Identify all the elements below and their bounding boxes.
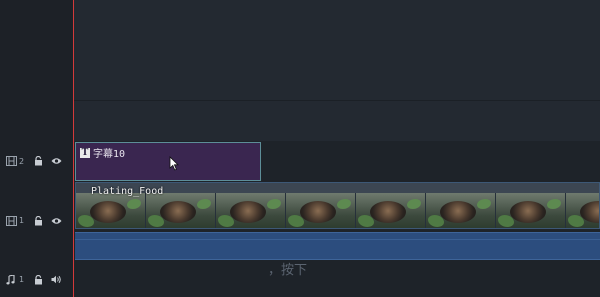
lock-icon[interactable] [34,215,43,226]
lock-icon[interactable] [34,274,43,285]
audio-track-lane [74,260,600,297]
overlay-text: ，按下 [268,263,308,278]
track-header-subtitle: 2 [0,141,74,181]
lock-icon[interactable] [34,156,43,166]
track-number: 1 [19,275,25,284]
playhead[interactable] [73,0,74,297]
video-clip[interactable]: Plating_Food [75,182,600,229]
music-note-icon [6,274,15,285]
audio-waveform [75,239,600,240]
video-thumbnail [146,193,216,228]
track-header-video: 1 [0,181,74,260]
text-icon: T [80,147,90,158]
video-thumbnail [76,193,146,228]
mouse-cursor-icon [169,156,179,171]
subtitle-clip-header: T 字幕10 [80,145,125,160]
video-clip-label: Plating_Food [91,186,164,197]
track-number: 2 [19,156,25,166]
audio-clip[interactable] [75,232,600,260]
empty-track-lane [74,0,600,101]
track-header-audio: 1 [0,262,74,297]
video-thumbnail [566,193,599,228]
video-thumbnail [426,193,496,228]
video-thumbnail [496,193,566,228]
subtitle-clip[interactable]: T 字幕10 [75,142,261,181]
subtitle-clip-title: 字幕10 [93,149,126,160]
track-number: 1 [19,216,25,225]
video-thumbnail [286,193,356,228]
eye-icon[interactable] [51,217,62,225]
eye-icon[interactable] [51,157,62,165]
video-thumbnail [216,193,286,228]
video-thumbnail-strip [76,193,599,228]
volume-icon[interactable] [51,275,62,284]
film-strip-icon [6,156,17,166]
video-thumbnail [356,193,426,228]
empty-track-lane [74,101,600,141]
film-strip-icon [6,215,17,226]
timeline-editor: 2 1 1 T 字幕10 Plating_Food ，按下 [0,0,600,297]
